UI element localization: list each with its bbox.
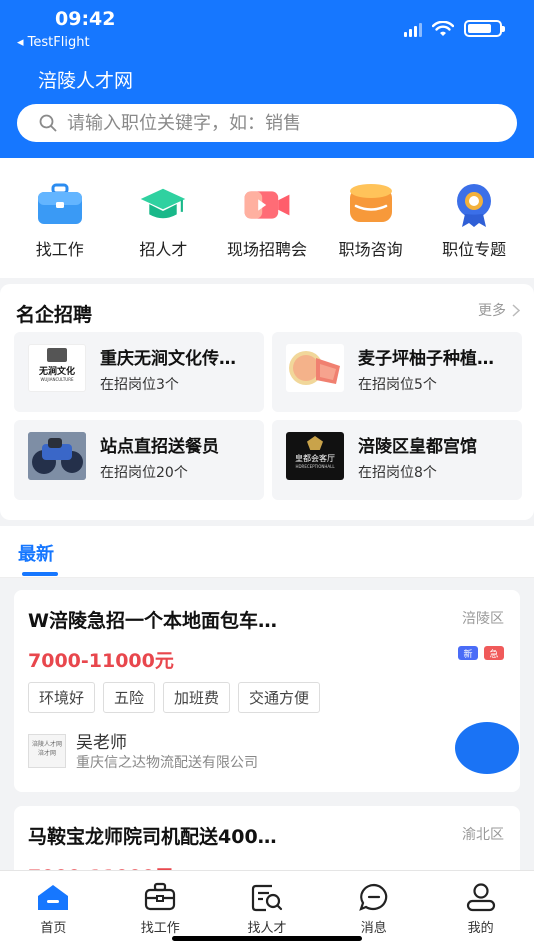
company-name: 涪陵区皇都宫馆 (358, 437, 477, 457)
job-tabs: 最新 (0, 526, 534, 578)
nav-profile[interactable]: 我的 (427, 871, 534, 950)
job-badges: 新 急 (458, 646, 504, 660)
job-tag: 交通方便 (238, 682, 321, 713)
company-name: 麦子坪柚子种植… (358, 349, 494, 369)
search-talent-icon (249, 881, 285, 913)
tab-latest[interactable]: 最新 (18, 540, 54, 566)
company-name: 站点直招送餐员 (100, 437, 219, 457)
job-title: 马鞍宝龙师院司机配送400… (28, 826, 277, 848)
job-card[interactable]: W涪陵急招一个本地面包车… 涪陵区 7000-11000元 新 急 环境好 五险… (14, 590, 520, 792)
quick-menu: 找工作 招人才 现场招聘会 职场咨询 职位专题 (0, 158, 534, 278)
quick-label: 现场招聘会 (226, 240, 307, 259)
nav-label: 消息 (360, 921, 387, 936)
wifi-icon (432, 21, 454, 36)
quick-label: 找工作 (35, 240, 84, 259)
company-logo (286, 344, 344, 392)
job-salary: 7000-11000元 (28, 650, 174, 672)
company-card[interactable]: 站点直招送餐员 在招岗位20个 (14, 420, 264, 500)
message-icon (356, 881, 392, 913)
nav-label: 找工作 (140, 921, 180, 936)
job-district: 涪陵区 (462, 611, 504, 627)
job-district: 渝北区 (462, 827, 504, 843)
header: 09:42 ◂ TestFlight 涪陵人才网 (0, 0, 534, 158)
back-app-label: TestFlight (27, 35, 90, 50)
famous-companies-section: 名企招聘 更多 无涧文化 WUJIANCULTURE 重庆无涧文化传… 在招岗位… (0, 284, 534, 520)
nav-label: 我的 (467, 921, 494, 936)
logo-text: 无涧文化 (38, 367, 75, 377)
status-time: 09:42 (55, 8, 116, 30)
company-logo: 无涧文化 WUJIANCULTURE (28, 344, 86, 392)
quick-label: 招人才 (139, 240, 188, 259)
nav-home[interactable]: 首页 (0, 871, 107, 950)
logo-subtext: WUJIANCULTURE (40, 377, 74, 382)
company-job-count: 在招岗位5个 (358, 377, 437, 393)
more-link[interactable]: 更多 (478, 300, 520, 320)
search-bar[interactable] (17, 104, 517, 142)
recruiter-name: 吴老师 (76, 733, 127, 753)
home-indicator (172, 936, 362, 941)
quick-job-fair[interactable]: 现场招聘会 (215, 182, 319, 278)
job-tag: 环境好 (28, 682, 96, 713)
urgent-badge: 急 (484, 646, 504, 660)
profile-icon (463, 881, 499, 913)
nav-label: 首页 (40, 921, 67, 936)
tab-active-indicator (22, 572, 58, 576)
logo-subtext: HDRECEPTIONHALL (295, 464, 335, 469)
graduation-cap-icon (139, 182, 187, 228)
more-label: 更多 (478, 303, 506, 319)
company-name: 重庆无涧文化传… (100, 349, 236, 369)
company-logo (28, 432, 86, 480)
back-to-app-link[interactable]: ◂ TestFlight (17, 35, 90, 50)
chevron-right-icon (512, 303, 520, 317)
briefcase-icon (36, 182, 84, 228)
quick-label: 职场咨询 (338, 240, 403, 259)
app-title: 涪陵人才网 (38, 70, 134, 92)
company-card[interactable]: 皇都会客厅 HDRECEPTIONHALL 涪陵区皇都宫馆 在招岗位8个 (272, 420, 522, 500)
briefcase-outline-icon (142, 881, 178, 913)
cellular-signal-icon (404, 23, 422, 37)
floating-action-button[interactable] (455, 722, 519, 774)
home-icon (35, 881, 71, 913)
logo-text: 皇都会客厅 (295, 454, 335, 463)
company-logo: 皇都会客厅 HDRECEPTIONHALL (286, 432, 344, 480)
company-job-count: 在招岗位3个 (100, 377, 179, 393)
quick-label: 职位专题 (442, 240, 507, 259)
company-job-count: 在招岗位8个 (358, 465, 437, 481)
search-icon (39, 114, 57, 132)
badge-icon (450, 182, 498, 228)
nav-label: 找人才 (247, 921, 287, 936)
battery-icon (464, 20, 505, 37)
quick-job-topic[interactable]: 职位专题 (422, 182, 526, 278)
section-title: 名企招聘 (16, 304, 93, 326)
database-icon (347, 182, 395, 228)
job-title: W涪陵急招一个本地面包车… (28, 610, 277, 632)
job-tag: 五险 (103, 682, 156, 713)
video-camera-icon (243, 182, 291, 228)
job-tags: 环境好 五险 加班费 交通方便 (28, 682, 321, 713)
new-badge: 新 (458, 646, 478, 660)
job-tag: 加班费 (163, 682, 231, 713)
company-job-count: 在招岗位20个 (100, 465, 188, 481)
quick-career-consult[interactable]: 职场咨询 (319, 182, 423, 278)
quick-find-job[interactable]: 找工作 (8, 182, 112, 278)
company-card[interactable]: 无涧文化 WUJIANCULTURE 重庆无涧文化传… 在招岗位3个 (14, 332, 264, 412)
recruiter-avatar: 涪陵人才网 涪才网 (28, 734, 66, 768)
quick-recruit[interactable]: 招人才 (112, 182, 216, 278)
company-card[interactable]: 麦子坪柚子种植… 在招岗位5个 (272, 332, 522, 412)
search-input[interactable] (67, 112, 467, 134)
recruiter-company: 重庆信之达物流配送有限公司 (76, 755, 258, 771)
status-icons (404, 20, 505, 37)
